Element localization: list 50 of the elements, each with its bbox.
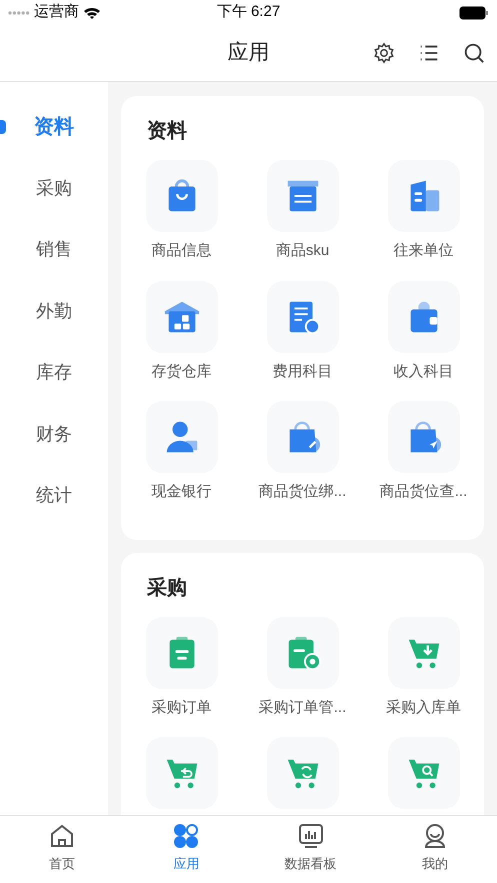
shortcut-label: 费用科目 [272, 362, 332, 382]
section-title: 资料 [146, 119, 188, 144]
search-button[interactable] [463, 42, 485, 64]
shortcut-label: 商品货位绑... [258, 482, 346, 502]
app-shortcut[interactable]: 采购订单管... [242, 616, 363, 719]
shortcut-label: 现金银行 [152, 482, 212, 502]
tab-bar-item[interactable]: 数据看板 [248, 822, 373, 874]
tab-bar-item[interactable]: 应用 [124, 822, 248, 874]
page-title: 应用 [228, 40, 270, 66]
sidebar-item[interactable]: 外勤 [0, 280, 108, 342]
sidebar-item[interactable]: 资料 [0, 96, 108, 158]
app-shortcut[interactable]: 存货仓库 [121, 280, 242, 383]
apps-grid-icon [172, 822, 200, 850]
shortcut-label: 采购订单 [152, 698, 212, 718]
sidebar-item[interactable]: 销售 [0, 219, 108, 280]
app-shortcut[interactable]: 商品信息 [121, 160, 242, 262]
app-shortcut[interactable]: 商品货位绑... [242, 401, 363, 504]
selected-indicator [0, 120, 6, 134]
settings-button[interactable] [373, 42, 395, 64]
tab-bar-item[interactable]: 我的 [372, 822, 497, 874]
shortcut-label: 往来单位 [394, 241, 454, 261]
search-icon [463, 42, 485, 64]
sidebar-item[interactable]: 财务 [0, 404, 108, 465]
sidebar-item[interactable]: 采购 [0, 158, 108, 219]
chart-board-icon [296, 822, 325, 850]
signal-icon [8, 10, 30, 16]
shortcut-label: 采购订单管... [258, 698, 346, 718]
app-shortcut[interactable]: 现金银行 [121, 401, 242, 504]
app-shortcut[interactable]: 采购订单 [121, 616, 242, 719]
app-shortcut[interactable]: 往来单位 [363, 160, 484, 262]
app-shortcut[interactable]: 采购入库单 [363, 616, 484, 719]
shortcut-label: 商品sku [276, 241, 330, 261]
tab-bar-item[interactable]: 首页 [0, 822, 124, 874]
status-time: 下午 6:27 [216, 2, 282, 22]
wifi-icon [83, 6, 101, 20]
sidebar-item[interactable]: 库存 [0, 342, 108, 404]
shortcut-label: 采购入库单 [386, 698, 461, 718]
battery-icon [458, 6, 489, 20]
app-shortcut[interactable]: 商品sku [242, 160, 363, 262]
app-shortcut[interactable]: 费用科目 [242, 280, 363, 383]
shortcut-label: 商品信息 [152, 241, 212, 261]
app-shortcut[interactable]: 收入科目 [363, 280, 484, 383]
shortcut-label: 存货仓库 [152, 362, 212, 382]
section-title: 采购 [146, 576, 188, 600]
app-shortcut[interactable]: 商品货位查... [363, 401, 484, 504]
shortcut-label: 收入科目 [394, 362, 454, 382]
shortcut-label: 商品货位查... [380, 482, 468, 502]
carrier-name: 运营商 [34, 2, 79, 22]
settings-icon [373, 42, 395, 64]
sidebar-item[interactable]: 统计 [0, 465, 108, 526]
